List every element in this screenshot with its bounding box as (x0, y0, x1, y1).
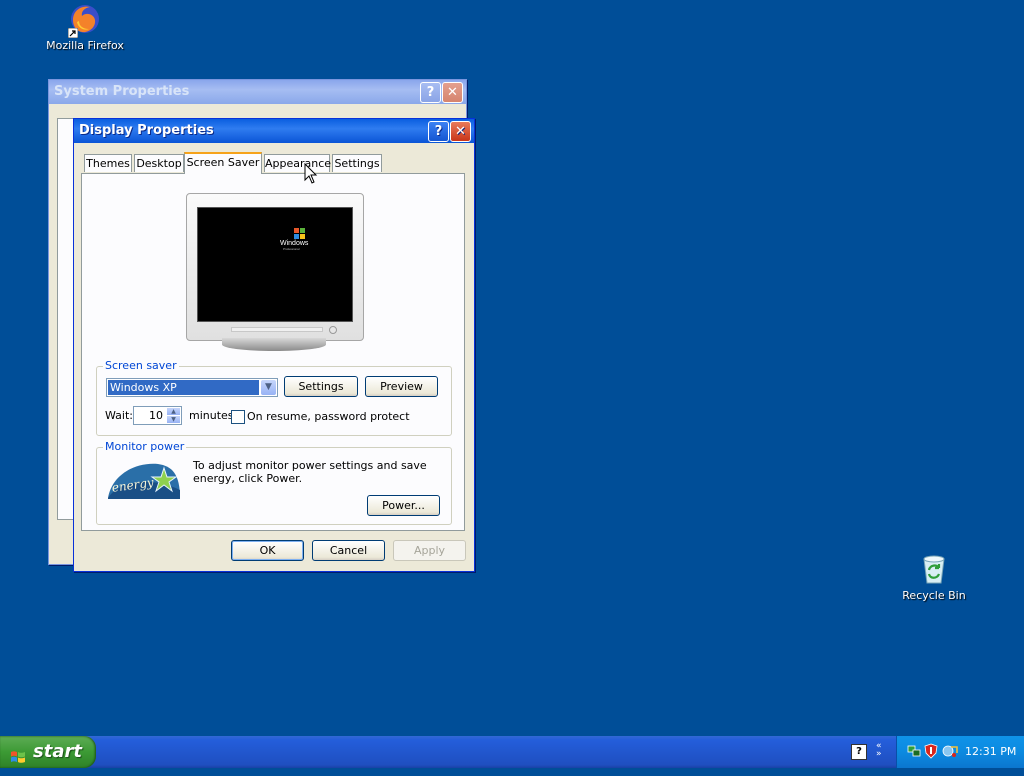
spin-up-icon[interactable]: ▲ (167, 408, 180, 415)
password-protect-label[interactable]: On resume, password protect (247, 410, 410, 423)
windows-logo-icon: Windows Professional (280, 228, 309, 251)
button-label: Cancel (329, 544, 368, 557)
close-button[interactable]: ✕ (450, 121, 471, 142)
desktop-icon-label: Recycle Bin (902, 589, 966, 602)
tab-label: Themes (86, 157, 130, 170)
window-title: Display Properties (79, 123, 214, 138)
help-tray-icon[interactable]: ? (851, 744, 867, 760)
monitor-power-description: To adjust monitor power settings and sav… (193, 459, 427, 485)
button-label: Apply (413, 544, 446, 557)
firefox-icon (68, 2, 102, 38)
monitor-power-group-label: Monitor power (103, 440, 187, 453)
tray-expand-icon[interactable]: «» (876, 742, 882, 759)
mouse-cursor-icon (304, 162, 318, 185)
password-protect-checkbox[interactable] (231, 410, 245, 424)
shortcut-arrow-icon (68, 28, 78, 38)
svg-text:Professional: Professional (283, 247, 300, 251)
tab-screen-saver[interactable]: Screen Saver (184, 152, 262, 174)
start-label: start (33, 741, 82, 762)
window-title: System Properties (54, 84, 190, 99)
monitor-stand (222, 338, 326, 351)
help-button[interactable]: ? (420, 82, 441, 103)
system-tray: 12:31 PM (896, 736, 1024, 768)
close-button[interactable]: ✕ (442, 82, 463, 103)
button-label: Power... (382, 499, 425, 512)
connection-icon[interactable] (942, 743, 958, 759)
chevron-down-icon[interactable]: ▼ (261, 380, 276, 395)
tab-appearance[interactable]: Appearance (264, 154, 332, 172)
security-shield-icon[interactable] (924, 743, 938, 759)
monitor-preview: Windows Professional (186, 193, 364, 341)
wait-minutes-value: 10 (149, 409, 163, 422)
help-button[interactable]: ? (428, 121, 449, 142)
tab-label: Settings (334, 157, 380, 170)
monitor-bezel-slot (231, 327, 323, 332)
wait-minutes-spinner[interactable]: 10 ▲ ▼ (133, 406, 182, 425)
tab-themes[interactable]: Themes (84, 154, 132, 172)
display-properties-titlebar[interactable]: Display Properties ? ✕ (74, 119, 474, 143)
wait-label: Wait: (105, 409, 133, 422)
apply-button[interactable]: Apply (393, 540, 466, 561)
tab-desktop[interactable]: Desktop (134, 154, 184, 172)
monitor-power-led (329, 326, 337, 334)
energy-star-logo: energy (106, 460, 182, 500)
desktop-icon-label: Mozilla Firefox (46, 39, 124, 52)
screen-saver-settings-button[interactable]: Settings (284, 376, 358, 397)
screen-saver-preview: Windows Professional (197, 207, 353, 322)
svg-text:Windows: Windows (280, 240, 309, 247)
screen-saver-select[interactable]: Windows XP ▼ (106, 378, 278, 397)
taskbar (0, 736, 1024, 768)
start-button[interactable]: start (0, 736, 96, 768)
tab-settings[interactable]: Settings (332, 154, 382, 172)
tab-label: Screen Saver (186, 156, 260, 169)
system-properties-titlebar[interactable]: System Properties ? ✕ (49, 80, 466, 104)
button-label: OK (259, 544, 276, 557)
desktop-icon-recycle-bin[interactable]: Recycle Bin (889, 552, 979, 602)
tab-label: Appearance (265, 157, 332, 170)
clock[interactable]: 12:31 PM (965, 745, 1016, 758)
screen-saver-preview-button[interactable]: Preview (365, 376, 438, 397)
button-label: Settings (298, 380, 344, 393)
spin-down-icon[interactable]: ▼ (167, 416, 180, 423)
desktop-icon-firefox[interactable]: Mozilla Firefox (40, 2, 130, 52)
minutes-label: minutes (189, 409, 234, 422)
cancel-button[interactable]: Cancel (312, 540, 385, 561)
screen-saver-group-label: Screen saver (103, 359, 179, 372)
recycle-bin-icon (917, 552, 951, 586)
power-button[interactable]: Power... (367, 495, 440, 516)
button-label: Preview (380, 380, 423, 393)
ok-button[interactable]: OK (231, 540, 304, 561)
tab-label: Desktop (136, 157, 182, 170)
screen-saver-selected-value: Windows XP (108, 380, 259, 395)
windows-flag-icon (10, 744, 26, 763)
network-icon[interactable] (907, 744, 921, 758)
